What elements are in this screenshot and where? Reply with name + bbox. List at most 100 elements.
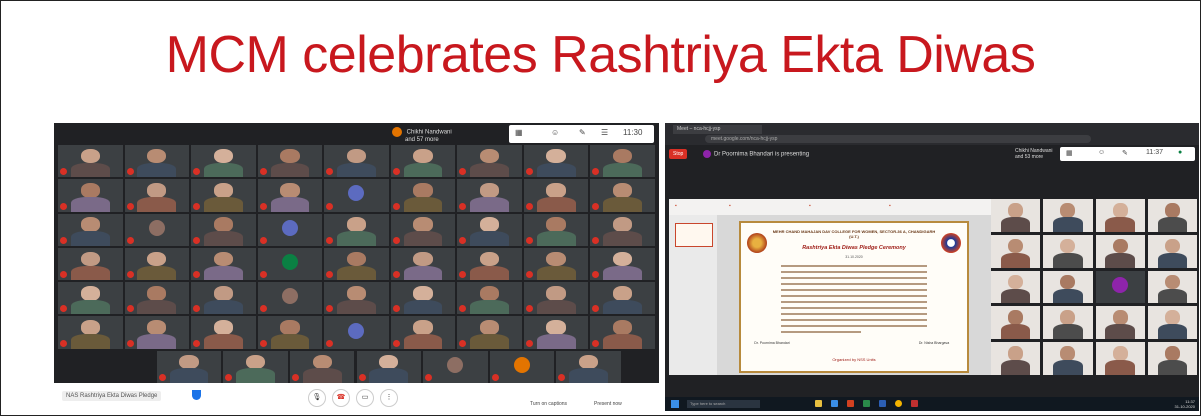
participant-tile[interactable]	[390, 213, 456, 246]
participant-tile[interactable]	[1147, 270, 1197, 304]
participant-tile[interactable]	[58, 247, 123, 281]
participant-tile[interactable]	[58, 213, 123, 246]
slide-thumbnails[interactable]	[669, 215, 717, 375]
participant-tile[interactable]	[191, 179, 256, 212]
participant-tile[interactable]	[324, 282, 389, 315]
participant-tile[interactable]	[1095, 199, 1145, 232]
shield-icon[interactable]	[192, 390, 201, 400]
participant-tile[interactable]	[191, 213, 256, 246]
participant-tile[interactable]	[1043, 342, 1093, 375]
participant-tile[interactable]	[324, 179, 389, 212]
edge-icon[interactable]	[831, 400, 838, 407]
participant-tile[interactable]	[1095, 234, 1145, 268]
windows-start-icon[interactable]	[671, 400, 679, 408]
meeting-name[interactable]: NAS Rashtriya Ekta Diwas Pledge	[62, 391, 162, 401]
present-now-button[interactable]: Present now	[594, 401, 622, 407]
participant-tile[interactable]	[124, 247, 190, 281]
participant-tile[interactable]	[58, 282, 123, 315]
ribbon-home[interactable]: ▪	[729, 203, 731, 209]
captions-button[interactable]: Turn on captions	[530, 401, 567, 407]
participant-tile[interactable]	[324, 213, 389, 246]
participant-tile[interactable]	[191, 145, 256, 178]
participant-tile[interactable]	[58, 316, 123, 349]
participant-tile[interactable]	[1147, 199, 1197, 232]
participant-tile[interactable]	[257, 145, 323, 178]
participant-tile[interactable]	[257, 247, 323, 281]
participant-tile[interactable]	[124, 282, 190, 315]
participant-tile[interactable]	[324, 316, 389, 349]
participant-tile[interactable]	[257, 316, 323, 349]
participant-tile[interactable]	[124, 316, 190, 349]
participant-tile[interactable]	[1147, 306, 1197, 340]
participant-tile[interactable]	[124, 213, 190, 246]
participant-tile[interactable]	[523, 179, 589, 212]
layout-icon[interactable]: ▦	[1066, 149, 1073, 157]
participant-tile[interactable]	[156, 350, 222, 383]
participant-tile[interactable]	[324, 145, 389, 178]
participant-tile[interactable]	[523, 213, 589, 246]
participant-tile[interactable]	[1147, 234, 1197, 268]
app-icon[interactable]	[911, 400, 918, 407]
participant-tile[interactable]	[556, 350, 621, 383]
participant-tile[interactable]	[58, 179, 123, 212]
participant-tile[interactable]	[991, 199, 1041, 232]
participant-tile[interactable]	[590, 247, 655, 281]
participant-tile[interactable]	[390, 179, 456, 212]
powerpoint-icon[interactable]	[847, 400, 854, 407]
participant-tile[interactable]	[191, 247, 256, 281]
participant-tile[interactable]	[457, 282, 522, 315]
participant-tile[interactable]	[1043, 306, 1093, 340]
participant-tile[interactable]	[991, 270, 1041, 304]
participant-tile[interactable]	[523, 145, 589, 178]
participant-tile[interactable]	[590, 179, 655, 212]
participant-tile[interactable]	[590, 282, 655, 315]
ribbon-file[interactable]: ▪	[675, 203, 677, 209]
participant-tile[interactable]	[390, 247, 456, 281]
layout-icon[interactable]: ▦	[515, 128, 523, 137]
participant-tile[interactable]	[1095, 306, 1145, 340]
participant-tile[interactable]	[191, 282, 256, 315]
ribbon-insert[interactable]: ▪	[809, 203, 811, 209]
participant-tile[interactable]	[257, 213, 323, 246]
taskbar-search[interactable]: Type here to search	[687, 400, 760, 408]
browser-tab[interactable]: Meet – nca-hcjj-ysp	[673, 125, 762, 134]
camera-icon[interactable]: ▭	[356, 389, 374, 407]
word-icon[interactable]	[879, 400, 886, 407]
stop-presenting-button[interactable]: Stop	[669, 149, 688, 159]
participant-tile[interactable]	[124, 145, 190, 178]
address-bar[interactable]: meet.google.com/nca-hcjj-ysp	[705, 135, 1091, 143]
participant-tile[interactable]	[390, 145, 456, 178]
participant-tile[interactable]	[191, 316, 256, 349]
participant-tile[interactable]	[590, 316, 655, 349]
excel-icon[interactable]	[863, 400, 870, 407]
chrome-icon[interactable]	[895, 400, 902, 407]
participant-tile[interactable]	[289, 350, 355, 383]
participant-tile[interactable]	[1095, 270, 1145, 304]
participant-tile[interactable]	[523, 316, 589, 349]
participant-tile[interactable]	[991, 306, 1041, 340]
participant-tile[interactable]	[356, 350, 422, 383]
participant-tile[interactable]	[991, 342, 1041, 375]
participant-tile[interactable]	[1095, 342, 1145, 375]
participant-tile[interactable]	[1043, 234, 1093, 268]
participant-tile[interactable]	[423, 350, 488, 383]
people-icon[interactable]: ☺	[551, 128, 559, 137]
participant-tile[interactable]	[1043, 199, 1093, 232]
participant-tile[interactable]	[991, 234, 1041, 268]
participant-tile[interactable]	[457, 213, 522, 246]
participant-tile[interactable]	[1147, 342, 1197, 375]
people-icon[interactable]: ☺	[1098, 149, 1105, 156]
participant-tile[interactable]	[257, 179, 323, 212]
ribbon-design[interactable]: ▪	[889, 203, 891, 209]
participant-tile[interactable]	[1043, 270, 1093, 304]
more-options-icon[interactable]: ⋮	[380, 389, 398, 407]
participant-tile[interactable]	[457, 247, 522, 281]
self-view-icon[interactable]: ●	[1178, 149, 1182, 156]
folder-icon[interactable]	[815, 400, 822, 407]
participant-tile[interactable]	[390, 282, 456, 315]
participant-tile[interactable]	[457, 179, 522, 212]
participant-tile[interactable]	[324, 247, 389, 281]
participant-tile[interactable]	[58, 145, 123, 178]
slide-thumbnail[interactable]	[675, 223, 713, 247]
activities-icon[interactable]: ☰	[601, 128, 608, 137]
